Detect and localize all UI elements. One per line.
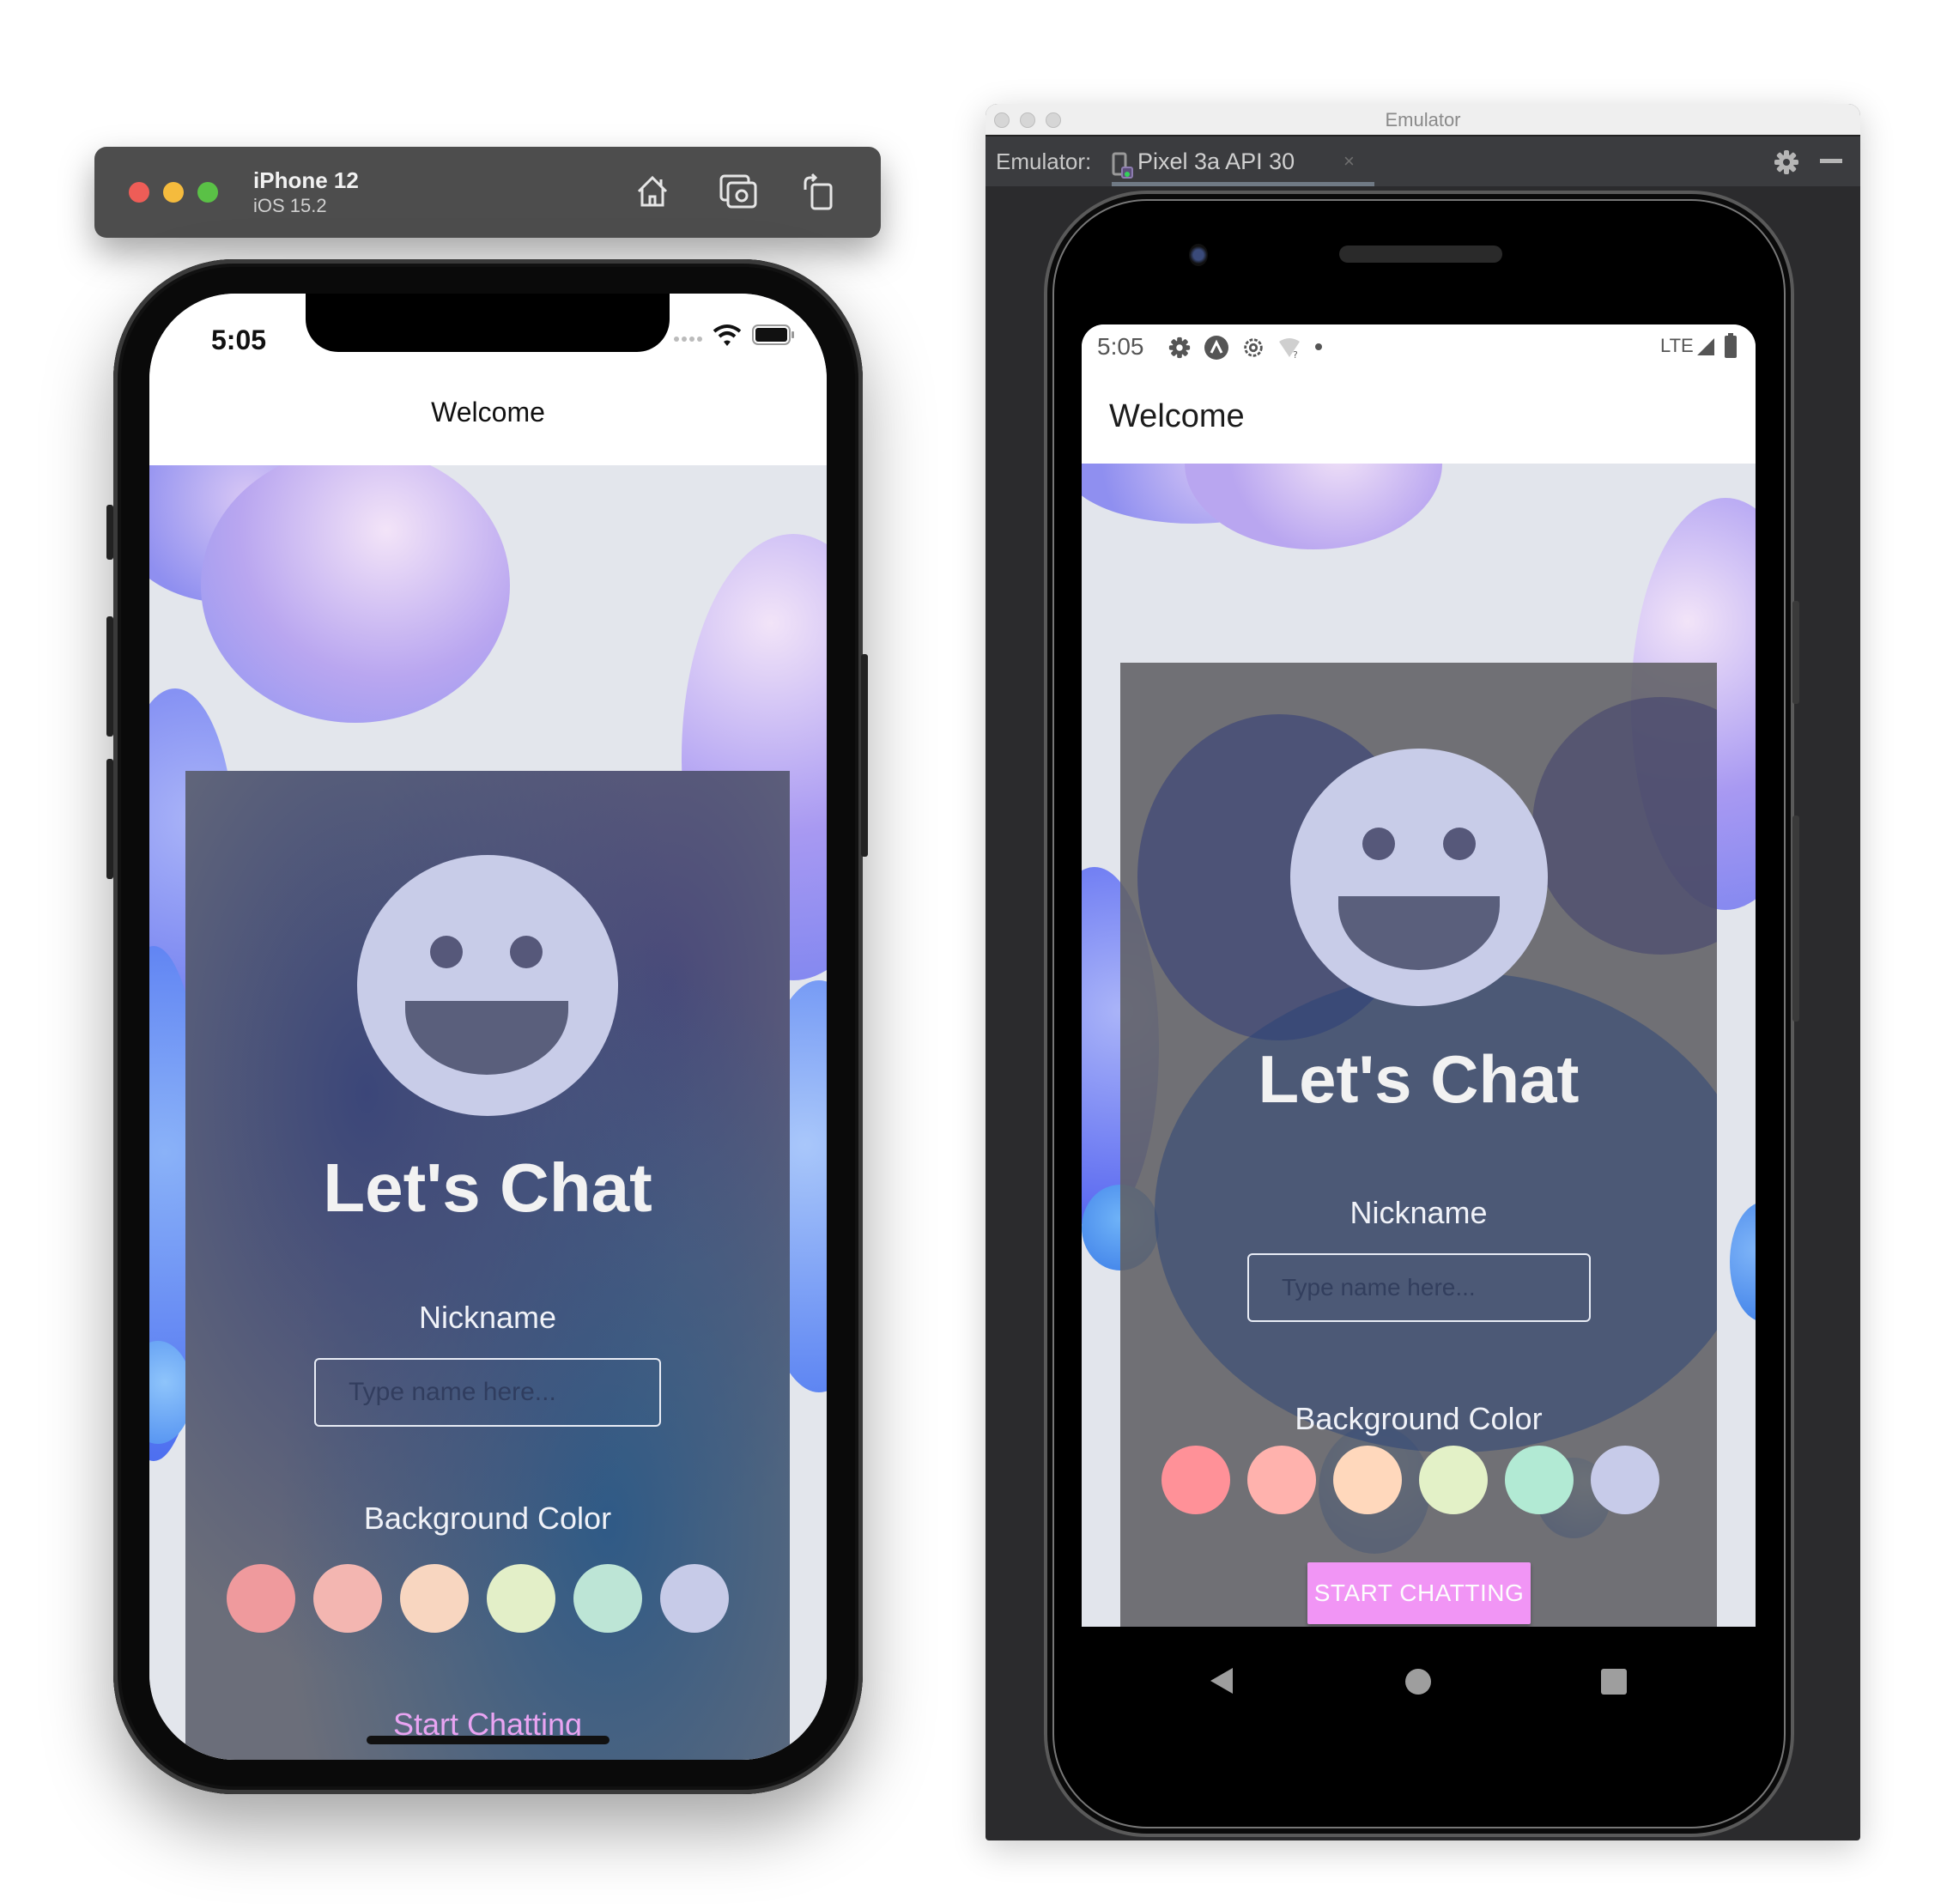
nickname-label: Nickname [1349,1195,1488,1230]
front-camera [1189,244,1208,266]
nav-title: Welcome [431,397,545,427]
mute-switch [106,505,113,560]
login-card: Let's Chat Nickname Background Color STA… [1120,663,1717,1627]
minimize-panel-icon[interactable] [1820,159,1842,163]
volume-rocker [1792,816,1799,1022]
network-type: LTE [1660,335,1694,356]
device-name: iPhone 12 [253,167,359,193]
volume-down-button [106,759,113,879]
android-screen: 5:05 ? LTE Welcome Let's Chat Nickname T… [1082,324,1756,1627]
emulator-label: Emulator: [996,149,1092,174]
tab-close-icon[interactable]: × [1343,150,1355,173]
app-notification-icon [1204,336,1228,360]
color-swatch[interactable] [660,1564,729,1633]
battery-icon [1725,333,1737,358]
active-tab-indicator [1112,182,1374,186]
wifi-icon [713,324,742,346]
maximize-window-button[interactable] [197,182,218,203]
rotate-icon[interactable] [798,171,840,212]
settings-icon [1168,337,1191,359]
nickname-label: Nickname [418,1300,557,1335]
background-image: Let's Chat Nickname Background Color STA… [1082,464,1756,1627]
color-swatch[interactable] [1419,1446,1488,1514]
background-image: Let's Chat Nickname Background Color Sta… [149,465,827,1760]
color-swatch[interactable] [1591,1446,1659,1514]
smiley-mouth [1338,896,1500,970]
nickname-input[interactable] [1247,1253,1591,1322]
smiley-icon [357,855,618,1116]
android-nav-bar [1082,1627,1756,1755]
home-icon[interactable] [632,171,673,212]
color-swatch[interactable] [227,1564,295,1633]
smiley-icon [1290,749,1548,1006]
bg-blob [1730,1202,1756,1322]
app-title: Let's Chat [1258,1041,1580,1117]
smiley-mouth [405,1001,568,1075]
dot-icon [1315,343,1322,350]
signal-dots-icon [674,337,702,342]
power-button [861,654,868,857]
app-title: Let's Chat [323,1149,652,1226]
background-color-label: Background Color [1295,1401,1543,1436]
smiley-eye [1443,828,1476,860]
volume-up-button [106,616,113,737]
earpiece-speaker [1339,246,1502,263]
status-time: 5:05 [211,324,267,355]
bg-blob [1185,464,1442,549]
ios-status-bar: 5:05 [149,294,827,379]
smiley-eye [430,936,463,968]
notch [306,294,670,352]
smiley-eye [510,936,543,968]
bg-blob [201,465,510,723]
emulator-tab-bar: Emulator: Pixel 3a API 30 × [986,136,1860,186]
color-swatch[interactable] [573,1564,642,1633]
start-chatting-button[interactable]: START CHATTING [1307,1562,1531,1624]
battery-icon [752,324,794,345]
status-time: 5:05 [1097,333,1144,360]
wifi-unknown-icon: ? [1279,338,1300,359]
emulator-titlebar: Emulator [986,104,1860,136]
recents-icon[interactable] [1601,1669,1627,1695]
power-button [1792,601,1799,704]
color-swatch[interactable] [400,1564,469,1633]
background-color-label: Background Color [363,1501,612,1536]
color-swatch[interactable] [1161,1446,1230,1514]
android-app-bar: Welcome [1082,369,1756,464]
color-swatch[interactable] [313,1564,382,1633]
ios-navigation-bar: Welcome [149,379,827,465]
tab-label: Pixel 3a API 30 [1137,149,1295,174]
window-title: Emulator [1385,109,1461,130]
os-version: iOS 15.2 [253,195,327,216]
color-swatch[interactable] [487,1564,555,1633]
color-swatch[interactable] [1247,1446,1316,1514]
ios-simulator-toolbar: iPhone 12 iOS 15.2 [94,147,881,238]
home-icon[interactable] [1405,1669,1431,1695]
nickname-input[interactable] [314,1358,661,1427]
settings-outline-icon [1244,338,1263,357]
screenshot-icon[interactable] [718,171,759,212]
login-card: Let's Chat Nickname Background Color Sta… [185,771,790,1760]
signal-icon [1697,338,1714,355]
card-blob [1532,697,1717,955]
color-swatch[interactable] [1333,1446,1402,1514]
back-icon[interactable] [1209,1666,1234,1695]
color-swatch[interactable] [1505,1446,1574,1514]
home-indicator[interactable] [367,1736,610,1744]
tab-pixel-3a[interactable]: Pixel 3a API 30 × [1112,145,1374,186]
gear-icon[interactable] [1774,149,1799,175]
android-status-bar: 5:05 ? LTE [1082,324,1756,369]
svg-text:?: ? [1293,349,1298,359]
ios-screen: 5:05 Welcome Let's Chat Nickname Type na… [149,294,827,1760]
minimize-window-button[interactable] [163,182,184,203]
smiley-eye [1362,828,1395,860]
device-icon [1112,152,1133,179]
appbar-title: Welcome [1109,398,1245,434]
close-window-button[interactable] [129,182,149,203]
